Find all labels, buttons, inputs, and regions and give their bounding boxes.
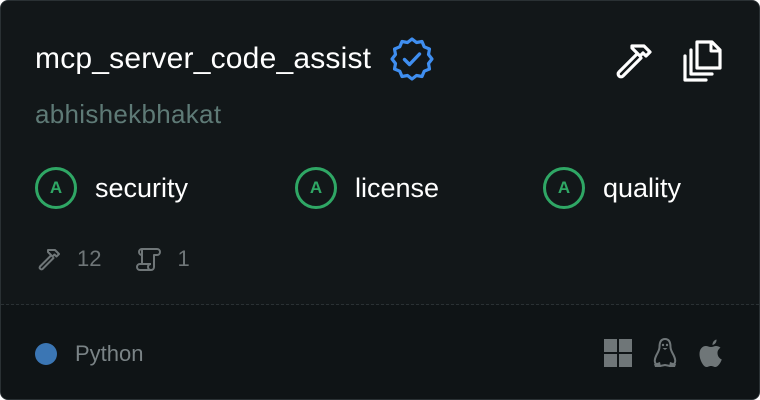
platform-icons bbox=[603, 337, 725, 369]
linux-icon bbox=[653, 338, 677, 367]
tools-count-stat: 12 bbox=[35, 245, 101, 273]
grade-label: license bbox=[355, 172, 440, 203]
hammer-icon bbox=[38, 249, 60, 271]
grade-security: A security bbox=[35, 163, 188, 213]
author-name[interactable]: abhishekbhakat bbox=[35, 99, 221, 130]
server-title[interactable]: mcp_server_code_assist bbox=[35, 42, 371, 76]
language-name: Python bbox=[75, 341, 144, 366]
card-actions bbox=[609, 35, 727, 83]
tools-count: 12 bbox=[77, 246, 102, 271]
grade-label: security bbox=[95, 172, 189, 203]
prompts-count: 1 bbox=[177, 246, 190, 271]
grade-row: A security A license A quality bbox=[1, 163, 759, 213]
grade-badge: A bbox=[543, 167, 585, 209]
grade-label: quality bbox=[603, 172, 682, 203]
language-indicator: Python bbox=[35, 341, 144, 367]
apple-icon bbox=[699, 339, 722, 367]
grade-badge: A bbox=[295, 167, 337, 209]
grade-quality: A quality bbox=[543, 163, 681, 213]
grade-license: A license bbox=[295, 163, 439, 213]
verified-badge-icon bbox=[389, 36, 435, 82]
grade-badge: A bbox=[35, 167, 77, 209]
windows-icon bbox=[604, 339, 632, 367]
card-footer: Python bbox=[1, 305, 759, 399]
language-color-dot bbox=[35, 343, 57, 365]
title-row: mcp_server_code_assist bbox=[35, 37, 435, 81]
copy-icon[interactable] bbox=[679, 35, 727, 83]
tools-hammer-icon[interactable] bbox=[609, 35, 657, 83]
prompts-count-stat: 1 bbox=[135, 245, 190, 273]
server-card[interactable]: mcp_server_code_assist abhishekbhakat A … bbox=[0, 0, 760, 400]
scroll-icon bbox=[136, 248, 162, 271]
stats-row: 12 1 bbox=[35, 241, 224, 277]
